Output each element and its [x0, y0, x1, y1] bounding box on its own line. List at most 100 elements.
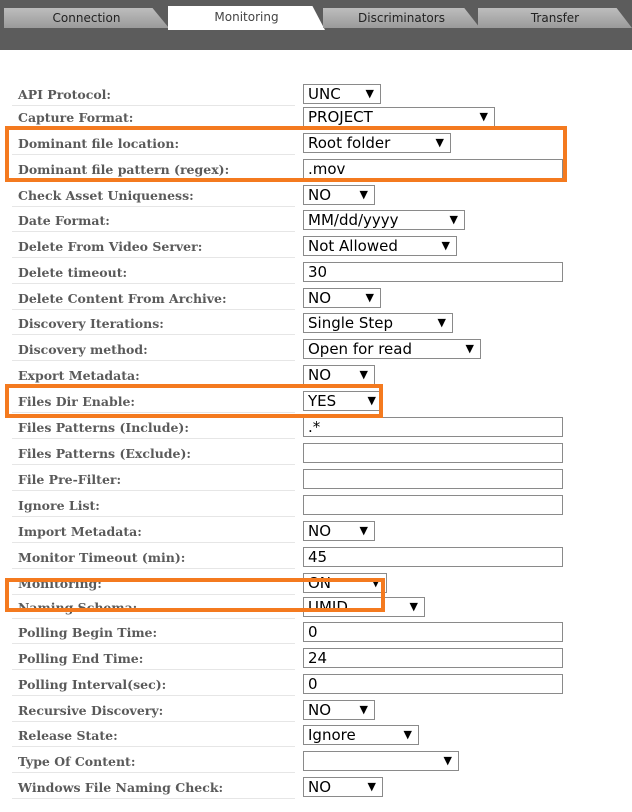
dropdown-value: Open for read: [308, 340, 413, 358]
row-divider: [12, 309, 295, 310]
chevron-down-icon: ▼: [367, 394, 376, 407]
field-dropdown[interactable]: NO ▼: [303, 288, 381, 308]
chevron-down-icon: ▼: [365, 291, 374, 304]
form-row: Polling Begin Time: 0: [0, 620, 632, 644]
chevron-down-icon: ▼: [409, 600, 418, 613]
dropdown-value: NO: [308, 366, 332, 384]
input-value: 0: [308, 623, 318, 641]
field-dropdown[interactable]: UMID ▼: [303, 597, 425, 617]
input-value: 0: [308, 675, 318, 693]
chevron-down-icon: ▼: [359, 703, 368, 716]
field-dropdown[interactable]: ON ▼: [303, 573, 387, 593]
field-dropdown[interactable]: NO ▼: [303, 521, 375, 541]
field-input[interactable]: [303, 495, 563, 515]
field-label: Monitor Timeout (min):: [18, 550, 186, 565]
field-input[interactable]: .mov: [303, 159, 563, 179]
form-row: Naming Schema: UMID ▼: [0, 595, 632, 619]
row-divider: [12, 412, 295, 413]
field-label: Dominant file pattern (regex):: [18, 162, 230, 177]
field-label: Delete From Video Server:: [18, 239, 203, 254]
field-label: Export Metadata:: [18, 368, 140, 383]
form-row: Discovery method: Open for read ▼: [0, 337, 632, 361]
field-dropdown[interactable]: MM/dd/yyyy ▼: [303, 210, 465, 230]
field-dropdown[interactable]: NO ▼: [303, 185, 375, 205]
field-input[interactable]: 45: [303, 547, 563, 567]
field-label: Dominant file location:: [18, 136, 180, 151]
row-divider: [12, 464, 295, 465]
field-label: Files Dir Enable:: [18, 394, 136, 409]
tab-discriminators[interactable]: Discriminators: [323, 8, 480, 28]
field-input[interactable]: 0: [303, 622, 563, 642]
field-label: Release State:: [18, 728, 118, 743]
form-row: Monitor Timeout (min): 45: [0, 545, 632, 569]
field-label: Date Format:: [18, 213, 110, 228]
dropdown-value: Not Allowed: [308, 237, 398, 255]
row-divider: [12, 568, 295, 569]
form-row: Check Asset Uniqueness: NO ▼: [0, 183, 632, 207]
dropdown-value: UNC: [308, 85, 341, 103]
form-row: Delete From Video Server: Not Allowed ▼: [0, 234, 632, 258]
tab-transfer[interactable]: Transfer: [478, 8, 632, 28]
field-dropdown[interactable]: PROJECT ▼: [303, 107, 495, 127]
tab-bar: Connection Monitoring Discriminators Tra…: [0, 0, 632, 50]
form-row: Ignore List:: [0, 493, 632, 517]
form-row: Monitoring: ON ▼: [0, 571, 632, 595]
field-dropdown[interactable]: Single Step ▼: [303, 313, 453, 333]
field-dropdown[interactable]: Ignore ▼: [303, 725, 419, 745]
form-row: Polling End Time: 24: [0, 646, 632, 670]
field-dropdown[interactable]: Not Allowed ▼: [303, 236, 457, 256]
field-label: Check Asset Uniqueness:: [18, 188, 194, 203]
field-dropdown[interactable]: NO ▼: [303, 777, 383, 797]
row-divider: [12, 360, 295, 361]
field-label: Polling Interval(sec):: [18, 677, 167, 692]
field-dropdown[interactable]: Root folder ▼: [303, 133, 451, 153]
chevron-down-icon: ▼: [443, 754, 452, 767]
field-input[interactable]: 30: [303, 262, 563, 282]
field-dropdown[interactable]: NO ▼: [303, 365, 375, 385]
dropdown-value: Root folder: [308, 134, 391, 152]
field-input[interactable]: .*: [303, 417, 563, 437]
field-label: Files Patterns (Exclude):: [18, 446, 192, 461]
chevron-down-icon: ▼: [435, 136, 444, 149]
form-row: Export Metadata: NO ▼: [0, 363, 632, 387]
chevron-down-icon: ▼: [365, 87, 374, 100]
tab-connection[interactable]: Connection: [4, 8, 169, 28]
field-dropdown[interactable]: NO ▼: [303, 700, 375, 720]
row-divider: [12, 154, 295, 155]
form-row: API Protocol: UNC ▼: [0, 82, 632, 106]
field-input[interactable]: [303, 443, 563, 463]
field-label: Discovery method:: [18, 342, 148, 357]
chevron-down-icon: ▼: [437, 316, 446, 329]
field-label: Polling End Time:: [18, 651, 144, 666]
field-dropdown[interactable]: UNC ▼: [303, 84, 381, 104]
dropdown-value: NO: [308, 778, 332, 796]
dropdown-value: YES: [308, 392, 337, 410]
field-label: Ignore List:: [18, 498, 100, 513]
field-input[interactable]: 24: [303, 648, 563, 668]
row-divider: [12, 206, 295, 207]
dropdown-value: NO: [308, 701, 332, 719]
dropdown-value: NO: [308, 186, 332, 204]
chevron-down-icon: ▼: [449, 213, 458, 226]
form-row: Import Metadata: NO ▼: [0, 519, 632, 543]
field-input[interactable]: 0: [303, 674, 563, 694]
form-row: Files Dir Enable: YES ▼: [0, 389, 632, 413]
field-label: File Pre-Filter:: [18, 472, 122, 487]
form-row: Files Patterns (Include): .*: [0, 415, 632, 439]
field-input[interactable]: [303, 469, 563, 489]
input-value: 45: [308, 548, 328, 566]
dropdown-value: UMID: [308, 598, 348, 616]
row-divider: [12, 283, 295, 284]
tab-monitoring[interactable]: Monitoring: [168, 6, 325, 30]
field-dropdown[interactable]: YES ▼: [303, 391, 383, 411]
row-divider: [12, 669, 295, 670]
form-row: Files Patterns (Exclude):: [0, 441, 632, 465]
dropdown-value: NO: [308, 289, 332, 307]
field-dropdown[interactable]: Open for read ▼: [303, 339, 481, 359]
field-dropdown[interactable]: ▼: [303, 751, 459, 771]
form-row: Delete Content From Archive: NO ▼: [0, 286, 632, 310]
field-label: Capture Format:: [18, 110, 134, 125]
field-label: Type Of Content:: [18, 754, 136, 769]
row-divider: [12, 490, 295, 491]
dropdown-value: Single Step: [308, 314, 394, 332]
